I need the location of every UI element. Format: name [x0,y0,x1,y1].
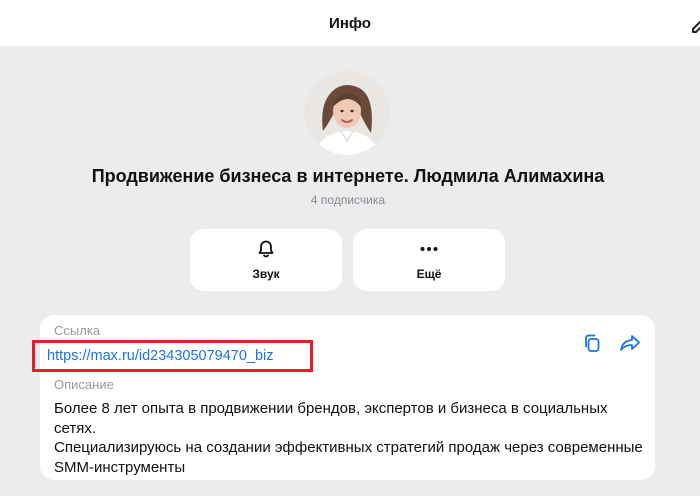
more-dots-icon [419,239,439,259]
avatar [305,71,389,155]
subscribers-count: 4 подписчика [310,193,386,207]
top-bar: Инфо [0,0,700,46]
page-title: Инфо [329,14,371,32]
more-button-label: Ещё [416,267,442,281]
sound-button[interactable]: Звук [190,229,342,291]
info-card: Ссылка https://max.ru/id234305079470_biz… [32,315,655,480]
channel-name: Продвижение бизнеса в интернете. Людмила… [91,166,605,186]
sound-button-label: Звук [252,267,280,281]
link-highlight: https://max.ru/id234305079470_biz [32,340,313,372]
bell-icon [256,239,276,259]
description-text: Более 8 лет опыта в продвижении брендов,… [54,399,649,477]
copy-icon[interactable] [582,333,602,353]
description-label: Описание [54,377,114,392]
link-label: Ссылка [54,323,101,338]
description-line: Специализируюсь на создании эффективных … [54,439,643,476]
more-button[interactable]: Ещё [353,229,505,291]
description-line: Более 8 лет опыта в продвижении брендов,… [54,400,608,437]
edit-icon[interactable] [690,12,700,34]
share-icon[interactable] [619,333,641,353]
channel-link[interactable]: https://max.ru/id234305079470_biz [47,348,274,364]
